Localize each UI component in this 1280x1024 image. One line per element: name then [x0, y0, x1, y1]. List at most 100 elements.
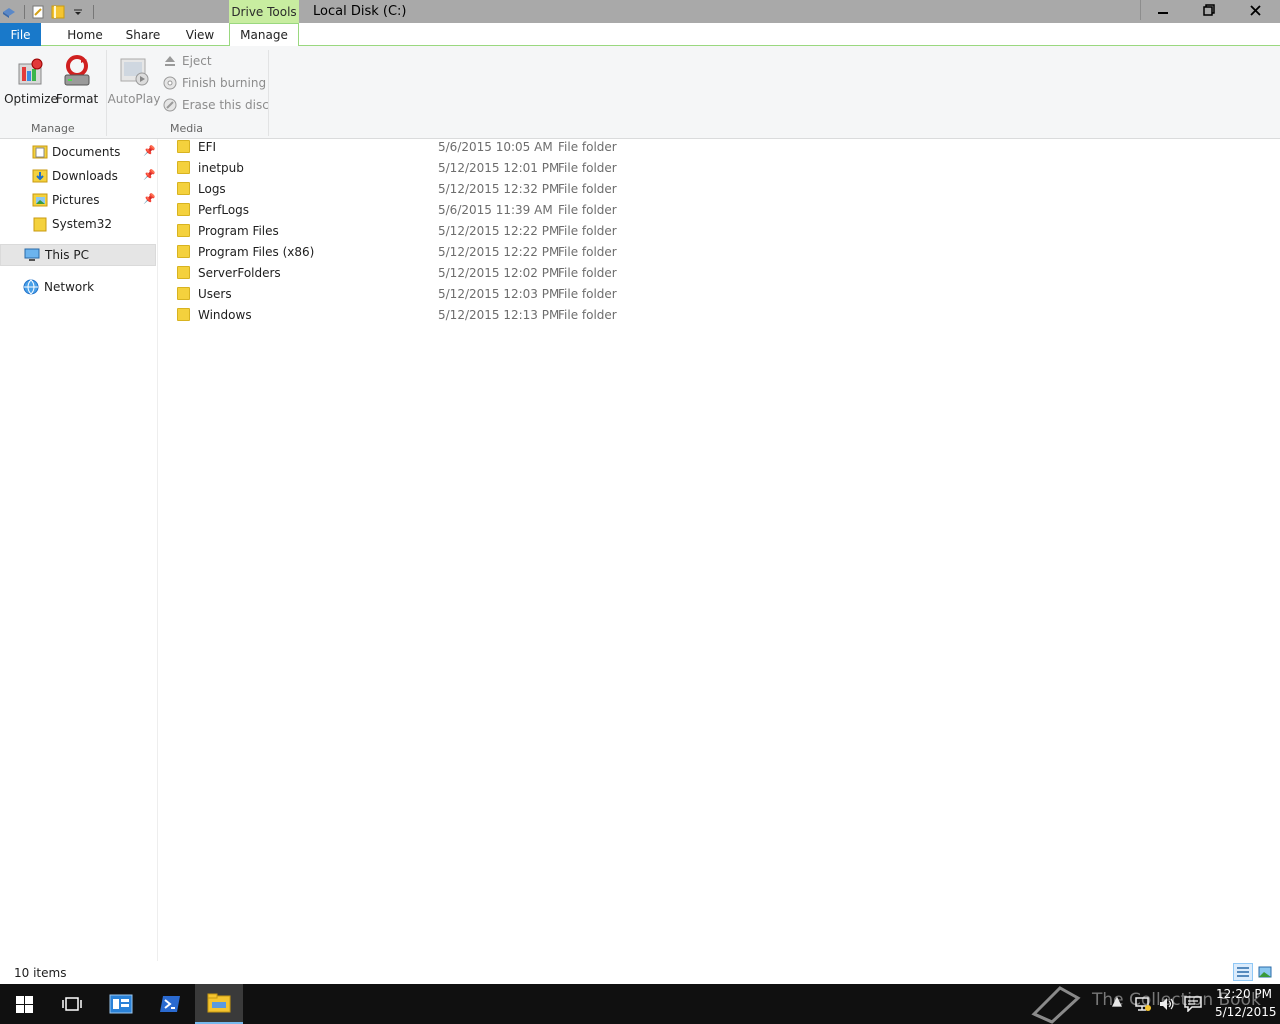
erase-disc-button[interactable]: Erase this disc	[163, 96, 269, 114]
file-explorer-icon	[207, 993, 231, 1013]
file-explorer-button[interactable]	[195, 984, 243, 1024]
group-label-media: Media	[170, 122, 204, 135]
tab-file[interactable]: File	[0, 23, 41, 46]
powershell-icon	[160, 996, 180, 1012]
task-view-button[interactable]	[48, 984, 96, 1024]
network-status-icon[interactable]	[1134, 996, 1152, 1012]
folder-icon	[177, 224, 190, 237]
list-item[interactable]: PerfLogs 5/6/2015 11:39 AM File folder	[177, 199, 617, 220]
nav-item-downloads[interactable]: Downloads 📌	[0, 165, 156, 187]
downloads-folder-icon	[32, 169, 48, 183]
list-item[interactable]: Windows 5/12/2015 12:13 PM File folder	[177, 304, 617, 325]
ribbon-tabs: File Home Share View Manage ⇦ ?	[0, 23, 1280, 64]
list-item[interactable]: EFI 5/6/2015 10:05 AM File folder	[177, 136, 617, 157]
minimize-button[interactable]	[1140, 0, 1185, 20]
tab-view[interactable]: View	[178, 23, 222, 46]
file-name: Windows	[198, 307, 252, 322]
finish-burning-button[interactable]: Finish burning	[163, 74, 266, 92]
nav-label: Documents	[52, 145, 121, 159]
list-item[interactable]: Logs 5/12/2015 12:32 PM File folder	[177, 178, 617, 199]
autoplay-label: AutoPlay	[107, 92, 161, 106]
format-button[interactable]: Format	[56, 54, 98, 106]
file-date: 5/12/2015 12:32 PM	[438, 181, 560, 196]
show-hidden-icons-icon[interactable]: ▲	[1112, 994, 1122, 1009]
file-type: File folder	[558, 223, 617, 238]
list-item[interactable]: ServerFolders 5/12/2015 12:02 PM File fo…	[177, 262, 617, 283]
file-type: File folder	[558, 265, 617, 280]
network-icon	[23, 279, 39, 295]
explorer-icon[interactable]	[2, 5, 16, 19]
format-icon	[64, 55, 90, 86]
nav-label: Downloads	[52, 169, 118, 183]
file-date: 5/12/2015 12:22 PM	[438, 244, 560, 259]
folder-icon	[177, 140, 190, 153]
pin-icon[interactable]: 📌	[143, 170, 155, 181]
close-button[interactable]	[1233, 0, 1278, 20]
pin-icon[interactable]: 📌	[143, 194, 155, 205]
close-icon	[1250, 4, 1261, 16]
list-item[interactable]: Users 5/12/2015 12:03 PM File folder	[177, 283, 617, 304]
clock-date[interactable]: 5/12/2015	[1215, 1005, 1277, 1019]
file-type: File folder	[558, 181, 617, 196]
pin-icon[interactable]: 📌	[143, 146, 155, 157]
drive-tools-contextual-tab: Drive Tools	[229, 0, 299, 23]
file-type: File folder	[558, 307, 617, 322]
folder-icon	[177, 182, 190, 195]
finish-burning-icon	[163, 76, 177, 90]
task-view-icon	[62, 997, 82, 1011]
restore-button[interactable]	[1186, 0, 1231, 20]
book-logo-icon	[1031, 986, 1081, 1024]
action-center-icon[interactable]	[1184, 996, 1202, 1012]
title-bar: Drive Tools Local Disk (C:)	[0, 0, 1280, 23]
new-folder-icon[interactable]	[51, 5, 65, 19]
file-name: inetpub	[198, 160, 244, 175]
nav-item-documents[interactable]: Documents 📌	[0, 141, 156, 163]
optimize-label: Optimize	[4, 92, 58, 106]
server-manager-button[interactable]	[97, 984, 145, 1024]
file-type: File folder	[558, 160, 617, 175]
customize-qat-chevron-down-icon[interactable]	[71, 5, 85, 19]
file-name: Program Files	[198, 223, 279, 238]
optimize-icon	[18, 58, 43, 85]
folder-icon	[177, 308, 190, 321]
nav-item-network[interactable]: Network	[0, 276, 156, 298]
clock-time[interactable]: 12:20 PM	[1216, 987, 1272, 1001]
properties-icon[interactable]	[31, 5, 45, 19]
volume-icon[interactable]	[1158, 996, 1176, 1012]
computer-icon	[24, 248, 40, 261]
file-date: 5/12/2015 12:13 PM	[438, 307, 560, 322]
eject-button[interactable]: Eject	[163, 52, 212, 70]
powershell-button[interactable]	[146, 984, 194, 1024]
nav-label: Pictures	[52, 193, 100, 207]
pictures-folder-icon	[32, 193, 48, 207]
quick-access-toolbar	[0, 0, 94, 23]
nav-item-this-pc[interactable]: This PC	[0, 244, 156, 266]
list-item[interactable]: Program Files 5/12/2015 12:22 PM File fo…	[177, 220, 617, 241]
start-button[interactable]	[0, 984, 48, 1024]
file-date: 5/12/2015 12:22 PM	[438, 223, 560, 238]
tab-home[interactable]: Home	[61, 23, 109, 46]
status-bar: 10 items	[0, 961, 1280, 984]
file-date: 5/12/2015 12:03 PM	[438, 286, 560, 301]
tab-share[interactable]: Share	[120, 23, 166, 46]
details-view-button[interactable]	[1233, 963, 1253, 981]
taskbar: The Collection Book ▲ 12:20 PM 5/12/2015	[0, 984, 1280, 1024]
erase-disc-label: Erase this disc	[182, 98, 269, 112]
autoplay-button[interactable]: AutoPlay	[107, 56, 161, 106]
details-view-icon	[1237, 967, 1249, 977]
folder-icon	[177, 287, 190, 300]
nav-item-system32[interactable]: System32	[0, 213, 156, 235]
nav-item-pictures[interactable]: Pictures 📌	[0, 189, 156, 211]
file-list: EFI 5/6/2015 10:05 AM File folder inetpu…	[159, 139, 1280, 961]
file-date: 5/6/2015 10:05 AM	[438, 139, 553, 154]
large-icons-view-icon[interactable]	[1258, 965, 1272, 979]
list-item[interactable]: Program Files (x86) 5/12/2015 12:22 PM F…	[177, 241, 617, 262]
documents-folder-icon	[32, 145, 48, 159]
navigation-pane: Documents 📌 Downloads 📌 Pictures 📌 Syste…	[0, 139, 158, 961]
list-item[interactable]: inetpub 5/12/2015 12:01 PM File folder	[177, 157, 617, 178]
file-type: File folder	[558, 139, 617, 154]
erase-disc-icon	[163, 98, 177, 112]
optimize-button[interactable]: Optimize	[4, 56, 58, 106]
minimize-icon	[1158, 12, 1168, 14]
tab-manage[interactable]: Manage	[229, 23, 299, 47]
